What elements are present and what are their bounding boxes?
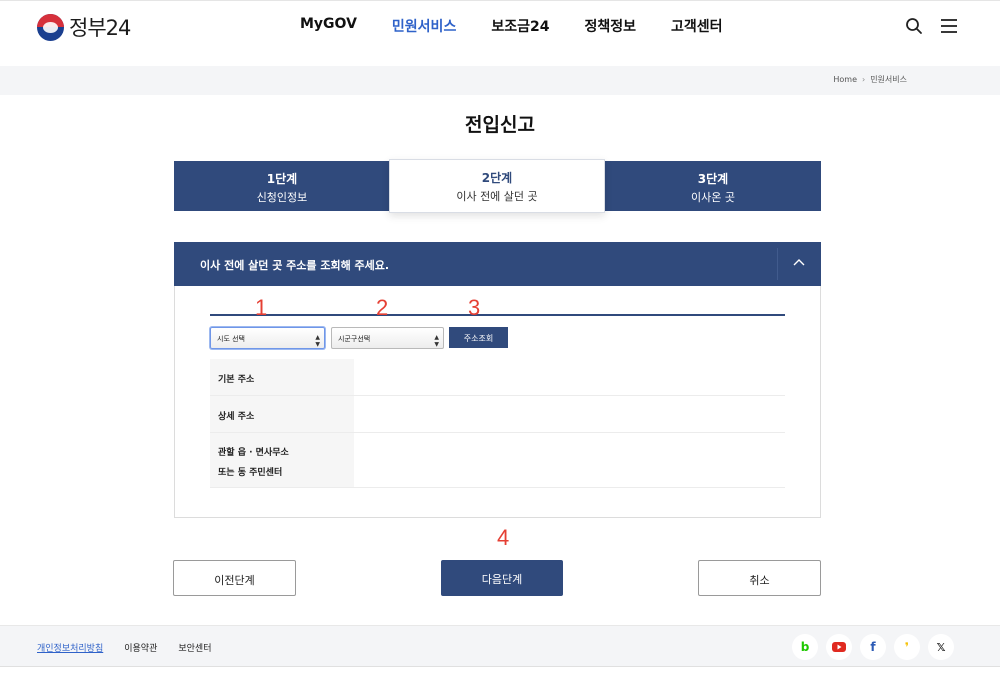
x-icon[interactable]: 𝕏 bbox=[928, 634, 954, 660]
breadcrumb-current[interactable]: 민원서비스 bbox=[870, 74, 907, 85]
sido-select-value: 시도 선택 bbox=[217, 335, 245, 343]
annotation-number-1: 1 bbox=[255, 295, 268, 320]
step-3: 3단계 이사온 곳 bbox=[605, 161, 821, 211]
address-table: 기본 주소 상세 주소 관할 읍 · 면사무소 또는 동 주민센터 bbox=[210, 359, 785, 488]
page-title: 전입신고 bbox=[465, 114, 535, 136]
header-divider bbox=[777, 248, 778, 280]
chevron-right-icon: › bbox=[861, 75, 866, 84]
breadcrumb-bar: Home › 민원서비스 bbox=[0, 66, 1000, 95]
step-1-number: 1단계 bbox=[266, 172, 298, 186]
site-footer: 개인정보처리방침 이용약관 보안센터 b f ❜ 𝕏 bbox=[0, 625, 1000, 667]
row-header bbox=[210, 433, 354, 487]
annotation-number-2: 2 bbox=[376, 295, 389, 320]
nav-mygov[interactable]: MyGOV bbox=[300, 16, 357, 36]
privacy-policy-link[interactable]: 개인정보처리방침 bbox=[37, 641, 103, 654]
blog-icon[interactable]: b bbox=[792, 634, 818, 660]
terms-link[interactable]: 이용약관 bbox=[124, 641, 157, 654]
select-arrows-icon: ▲ ▼ bbox=[315, 334, 320, 348]
kakao-story-icon[interactable]: ❜ bbox=[894, 634, 920, 660]
main-nav: MyGOV 민원서비스 보조금24 정책정보 고객센터 bbox=[300, 16, 758, 36]
site-header: 정부24 MyGOV 민원서비스 보조금24 정책정보 고객센터 bbox=[0, 0, 1000, 66]
step-3-label: 이사온 곳 bbox=[691, 191, 735, 204]
step-1: 1단계 신청인정보 bbox=[174, 161, 390, 211]
next-step-button[interactable]: 다음단계 bbox=[441, 560, 563, 596]
nav-subsidy[interactable]: 보조금24 bbox=[491, 16, 549, 36]
step-indicator: 1단계 신청인정보 2단계 이사 전에 살던 곳 3단계 이사온 곳 bbox=[174, 159, 821, 213]
panel-title: 이사 전에 살던 곳 주소를 조회해 주세요. bbox=[200, 259, 390, 272]
youtube-icon[interactable] bbox=[826, 634, 852, 660]
table-row: 상세 주소 bbox=[210, 396, 785, 433]
step-2-current: 2단계 이사 전에 살던 곳 bbox=[389, 159, 605, 213]
chevron-up-icon[interactable] bbox=[793, 258, 805, 268]
annotation-number-3: 3 bbox=[468, 295, 481, 320]
step-3-number: 3단계 bbox=[697, 172, 729, 186]
nav-civil-service[interactable]: 민원서비스 bbox=[392, 16, 456, 36]
panel-header: 이사 전에 살던 곳 주소를 조회해 주세요. bbox=[174, 242, 821, 286]
cancel-button[interactable]: 취소 bbox=[698, 560, 821, 596]
office-label-line2: 또는 동 주민센터 bbox=[218, 468, 283, 478]
search-icon[interactable] bbox=[905, 17, 923, 35]
address-search-button[interactable]: 주소조회 bbox=[449, 327, 508, 348]
hamburger-menu-icon[interactable] bbox=[940, 18, 958, 34]
sigungu-select-value: 시군구선택 bbox=[338, 335, 371, 343]
sigungu-select[interactable]: 시군구선택 ▲ ▼ bbox=[331, 327, 444, 349]
nav-customer-center[interactable]: 고객센터 bbox=[671, 16, 723, 36]
table-row: 관할 읍 · 면사무소 또는 동 주민센터 bbox=[210, 433, 785, 488]
sido-select[interactable]: 시도 선택 ▲ ▼ bbox=[210, 327, 325, 349]
panel-top-rule bbox=[210, 314, 785, 316]
step-2-label: 이사 전에 살던 곳 bbox=[456, 190, 538, 203]
site-logo[interactable]: 정부24 bbox=[37, 12, 131, 42]
prev-step-button[interactable]: 이전단계 bbox=[173, 560, 296, 596]
office-label-line1: 관할 읍 · 면사무소 bbox=[218, 448, 289, 458]
footer-links: 개인정보처리방침 이용약관 보안센터 bbox=[37, 641, 233, 654]
security-center-link[interactable]: 보안센터 bbox=[178, 641, 211, 654]
step-1-label: 신청인정보 bbox=[256, 191, 308, 204]
nav-policy[interactable]: 정책정보 bbox=[584, 16, 636, 36]
detail-address-label: 상세 주소 bbox=[218, 412, 255, 422]
annotation-number-4: 4 bbox=[497, 525, 510, 550]
logo-text: 정부24 bbox=[69, 16, 131, 40]
table-row: 기본 주소 bbox=[210, 359, 785, 396]
breadcrumb: Home › 민원서비스 bbox=[833, 74, 907, 85]
step-2-number: 2단계 bbox=[481, 171, 513, 185]
select-arrows-icon: ▲ ▼ bbox=[434, 334, 439, 348]
basic-address-label: 기본 주소 bbox=[218, 375, 255, 385]
taegeuk-logo-icon bbox=[37, 13, 64, 41]
breadcrumb-home[interactable]: Home bbox=[833, 75, 857, 84]
facebook-icon[interactable]: f bbox=[860, 634, 886, 660]
address-panel: 이사 전에 살던 곳 주소를 조회해 주세요. 1 2 3 시도 선택 ▲ ▼ 시… bbox=[174, 242, 821, 518]
sns-links: b f ❜ 𝕏 bbox=[792, 634, 962, 660]
